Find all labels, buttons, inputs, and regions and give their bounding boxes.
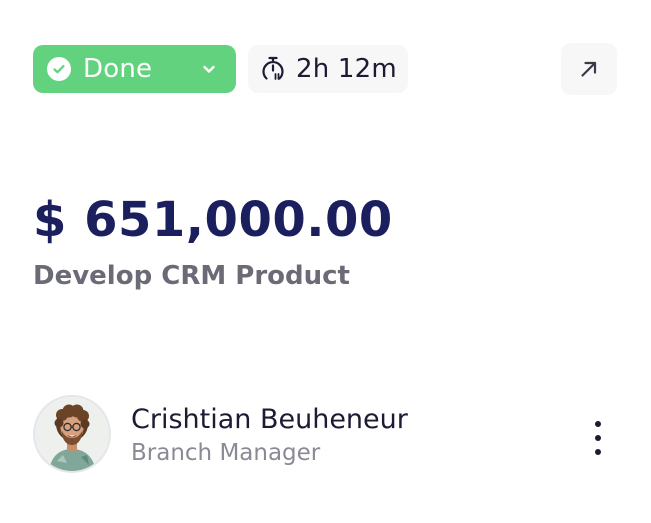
status-dropdown[interactable]: Done xyxy=(33,45,236,93)
chevron-down-icon xyxy=(200,60,218,78)
deal-amount: $ 651,000.00 xyxy=(33,192,393,248)
check-circle-icon xyxy=(47,57,71,81)
arrow-up-right-icon xyxy=(578,58,600,80)
deal-card: Done 2h 12m $ 651,000.00 Develop CRM Pro… xyxy=(0,0,651,523)
assignee-role: Branch Manager xyxy=(131,440,321,466)
more-vertical-icon xyxy=(595,421,601,427)
more-vertical-icon xyxy=(595,449,601,455)
time-tracked-chip: 2h 12m xyxy=(248,45,408,93)
open-deal-button[interactable] xyxy=(561,43,617,95)
assignee-name: Crishtian Beuheneur xyxy=(131,404,408,435)
more-vertical-icon xyxy=(595,435,601,441)
status-label: Done xyxy=(83,54,153,84)
time-tracked-value: 2h 12m xyxy=(296,54,397,84)
more-options-button[interactable] xyxy=(583,415,613,461)
deal-title: Develop CRM Product xyxy=(33,261,350,291)
avatar xyxy=(33,395,111,473)
stopwatch-icon xyxy=(258,54,288,84)
